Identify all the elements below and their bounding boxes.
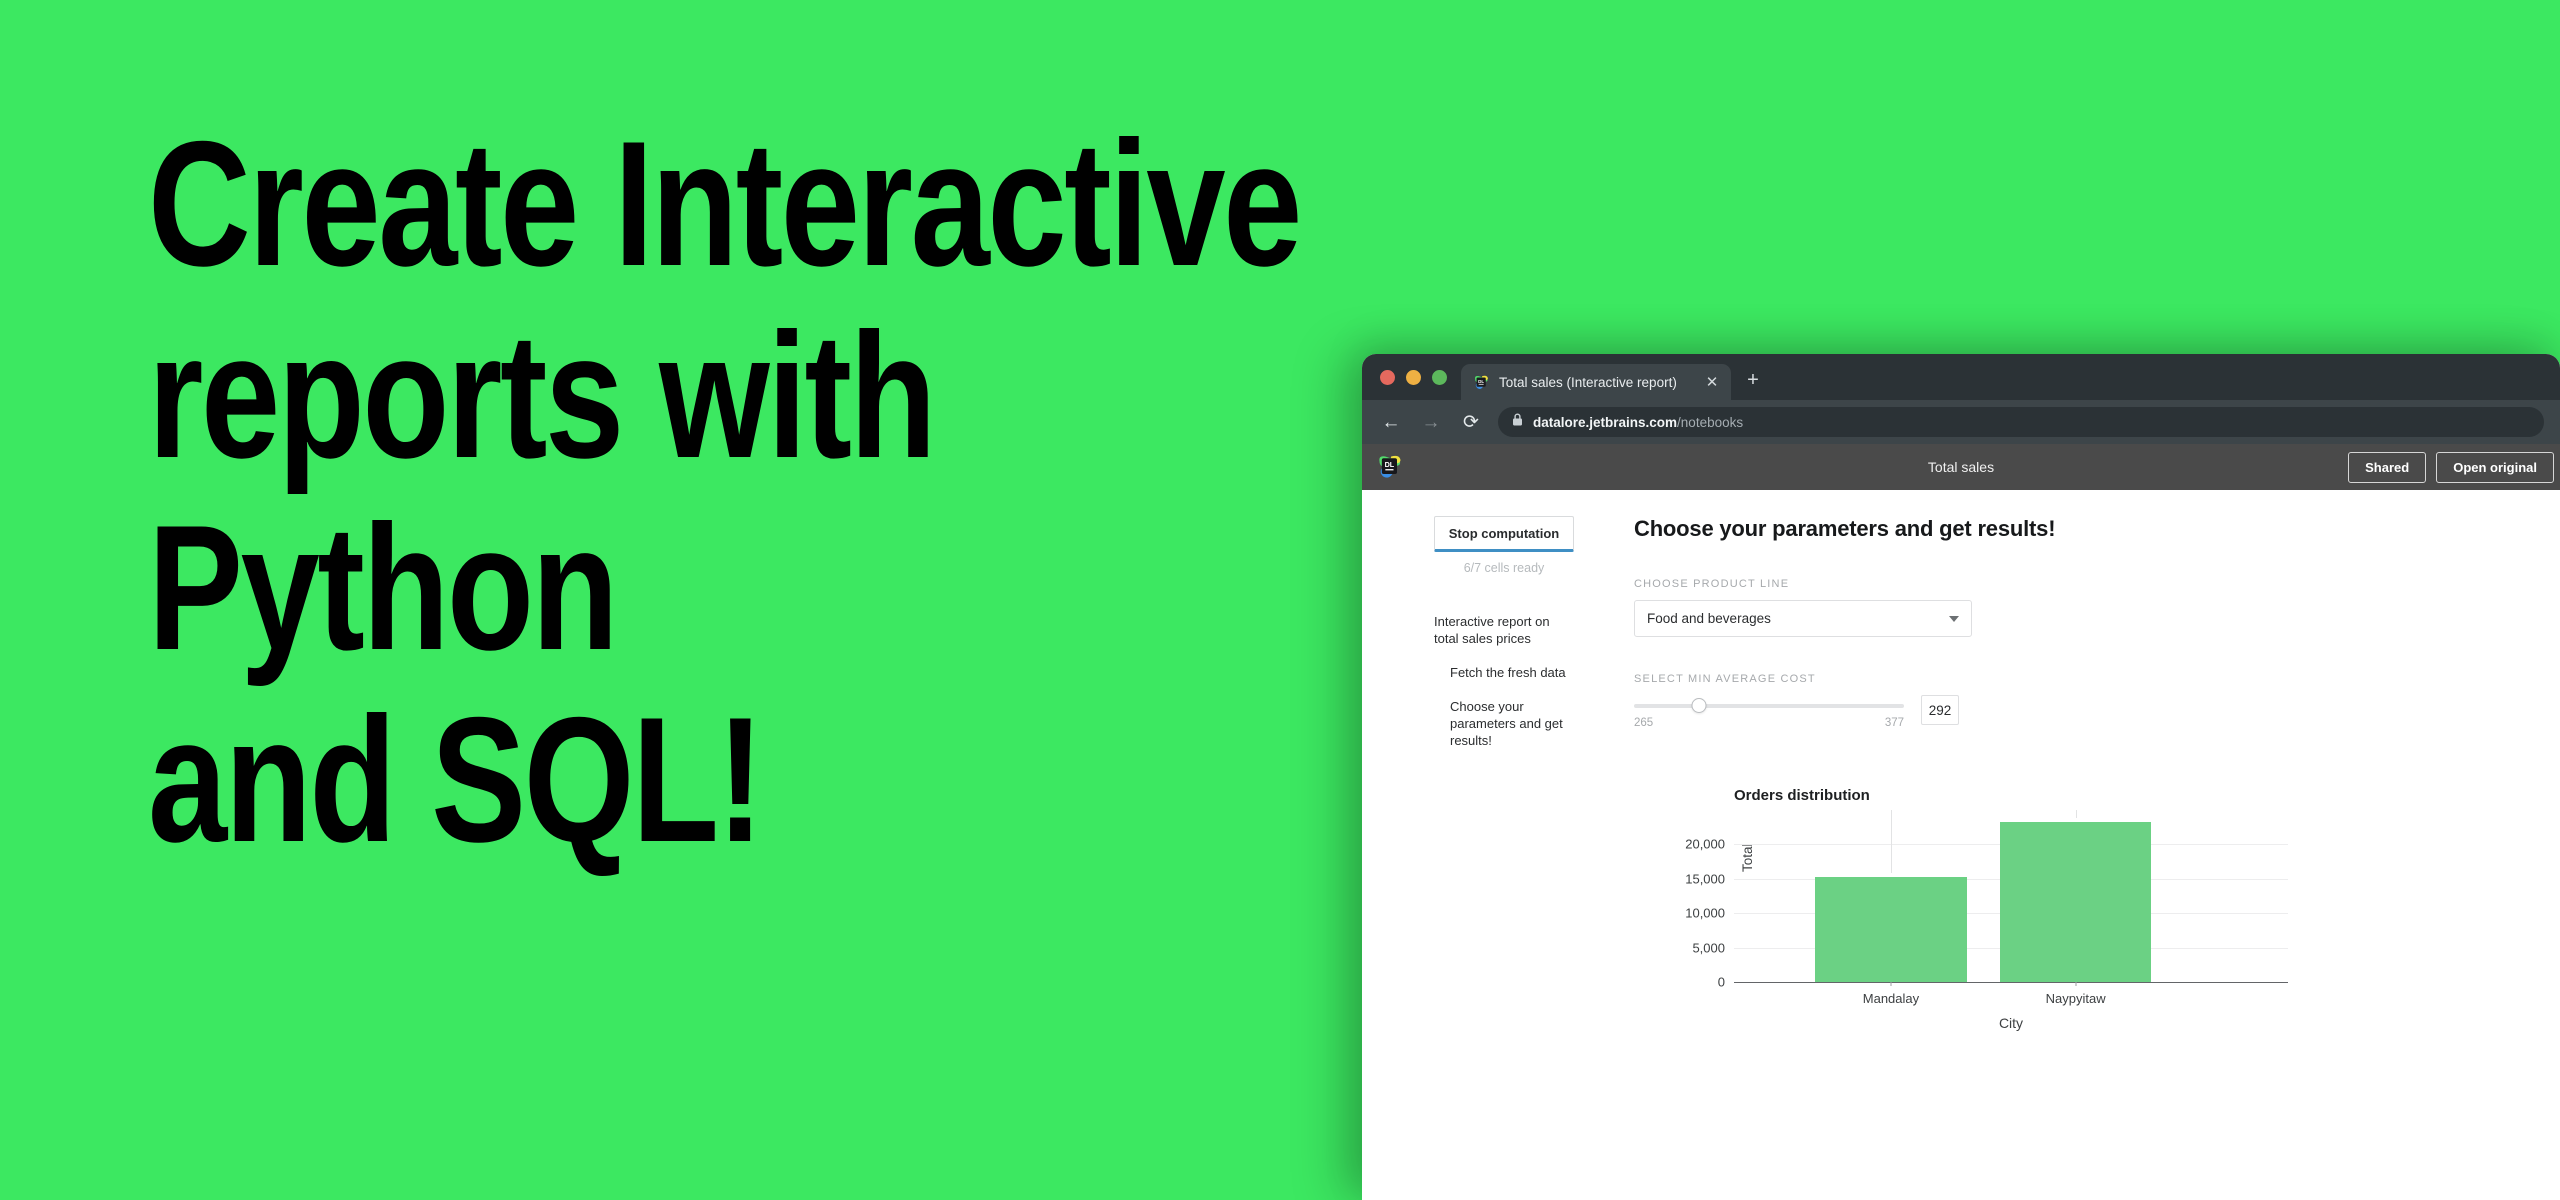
window-controls [1376, 354, 1461, 400]
url-path: /notebooks [1677, 414, 1744, 430]
chart-bar[interactable] [1999, 822, 2152, 982]
chart-x-tick-mark [1890, 982, 1892, 986]
new-tab-icon[interactable]: + [1737, 362, 1769, 398]
hero-line-3: Python [148, 488, 619, 687]
chart-bar[interactable] [1815, 876, 1967, 982]
chart-x-axis-label: City [1998, 1015, 2024, 1031]
slider-thumb[interactable] [1691, 698, 1707, 713]
chevron-down-icon [1949, 615, 1959, 622]
maximize-window-button[interactable] [1432, 369, 1447, 385]
open-original-button[interactable]: Open original [2436, 451, 2554, 483]
shared-button[interactable]: Shared [2348, 451, 2427, 483]
chart-y-axis-label: Total [1740, 843, 1755, 872]
close-tab-icon[interactable]: ✕ [1703, 373, 1721, 391]
notebook-sidebar: Stop computation 6/7 cells ready Interac… [1362, 516, 1592, 1200]
address-bar-url: datalore.jetbrains.com/notebooks [1533, 415, 1743, 430]
chart-x-tick-label: Mandalay [1862, 991, 1920, 1006]
chart-y-tick-label: 20,000 [1685, 836, 1725, 852]
address-bar[interactable]: datalore.jetbrains.com/notebooks [1498, 407, 2544, 437]
min-average-cost-value[interactable]: 292 [1921, 695, 1959, 725]
browser-tab-active[interactable]: DL Total sales (Interactive report) ✕ [1461, 364, 1731, 400]
close-window-button[interactable] [1380, 369, 1395, 385]
app-header: DL Total sales Shared Open original [1362, 444, 2560, 490]
chart-y-tick-label: 10,000 [1685, 905, 1725, 921]
min-average-cost-label: SELECT MIN AVERAGE COST [1634, 673, 1816, 685]
toc-item-fetch-data[interactable]: Fetch the fresh data [1434, 664, 1574, 681]
toc-item-report-title[interactable]: Interactive report on total sales prices [1434, 613, 1574, 647]
minimize-window-button[interactable] [1406, 369, 1421, 385]
hero-headline: Create Interactive reports with Python a… [148, 108, 1448, 876]
back-icon[interactable]: ← [1378, 409, 1404, 435]
hero-line-4: and SQL! [148, 680, 764, 879]
chart-title: Orders distribution [1734, 787, 1870, 804]
datalore-logo[interactable]: DL [1376, 453, 1404, 481]
lock-icon [1512, 413, 1523, 431]
chart-x-tick-label: Naypyitaw [2045, 991, 2106, 1006]
chart-y-tick-label: 15,000 [1685, 871, 1725, 887]
min-average-cost-slider[interactable]: 265 377 [1634, 695, 1904, 729]
browser-tab-strip: DL Total sales (Interactive report) ✕ + [1362, 354, 2560, 400]
chart-y-tick-label: 0 [1717, 974, 1725, 990]
browser-tab-title: Total sales (Interactive report) [1499, 374, 1677, 390]
slider-range-labels: 265 377 [1634, 717, 1904, 729]
stop-computation-button[interactable]: Stop computation [1434, 516, 1574, 552]
notebook-page: Stop computation 6/7 cells ready Interac… [1362, 490, 2560, 1200]
reload-icon[interactable]: ⟳ [1458, 409, 1484, 435]
browser-toolbar: ← → ⟳ datalore.jetbrains.com/notebooks [1362, 400, 2560, 444]
svg-text:DL: DL [1385, 460, 1395, 469]
url-domain: datalore.jetbrains.com [1533, 414, 1678, 430]
slider-min-label: 265 [1634, 717, 1654, 729]
app-header-actions: Shared Open original [2348, 451, 2554, 483]
chart-y-tick-label: 5,000 [1692, 940, 1725, 956]
hero-line-1: Create Interactive [148, 104, 1302, 303]
toc-item-choose-parameters[interactable]: Choose your parameters and get results! [1434, 698, 1574, 749]
product-line-value: Food and beverages [1647, 611, 1771, 626]
slider-track[interactable] [1634, 698, 1904, 713]
notebook-content: Choose your parameters and get results! … [1592, 516, 2560, 1200]
content-heading: Choose your parameters and get results! [1634, 516, 2056, 541]
orders-distribution-chart: Orders distribution Total 0 5,000 10,000 15… [1634, 787, 2294, 1031]
product-line-label: CHOOSE PRODUCT LINE [1634, 578, 1790, 590]
slider-max-label: 377 [1884, 717, 1904, 729]
cells-ready-status: 6/7 cells ready [1463, 561, 1545, 575]
datalore-favicon-icon: DL [1473, 374, 1490, 391]
table-of-contents: Interactive report on total sales prices… [1434, 613, 1574, 749]
browser-window: DL Total sales (Interactive report) ✕ + … [1362, 354, 2560, 1200]
chart-x-tick-mark [2075, 982, 2077, 986]
hero-line-2: reports with [148, 296, 937, 495]
product-line-select[interactable]: Food and beverages [1634, 600, 1972, 637]
chart-vertical-gridline [2075, 810, 2077, 819]
svg-text:DL: DL [1478, 378, 1484, 383]
min-average-cost-control: 265 377 292 [1634, 695, 2540, 729]
chart-plot-area: Total 0 5,000 10,000 15,000 20,000 Mandalay Na… [1685, 810, 2288, 1006]
chart-vertical-gridline [1890, 810, 1892, 873]
forward-icon[interactable]: → [1418, 409, 1444, 435]
